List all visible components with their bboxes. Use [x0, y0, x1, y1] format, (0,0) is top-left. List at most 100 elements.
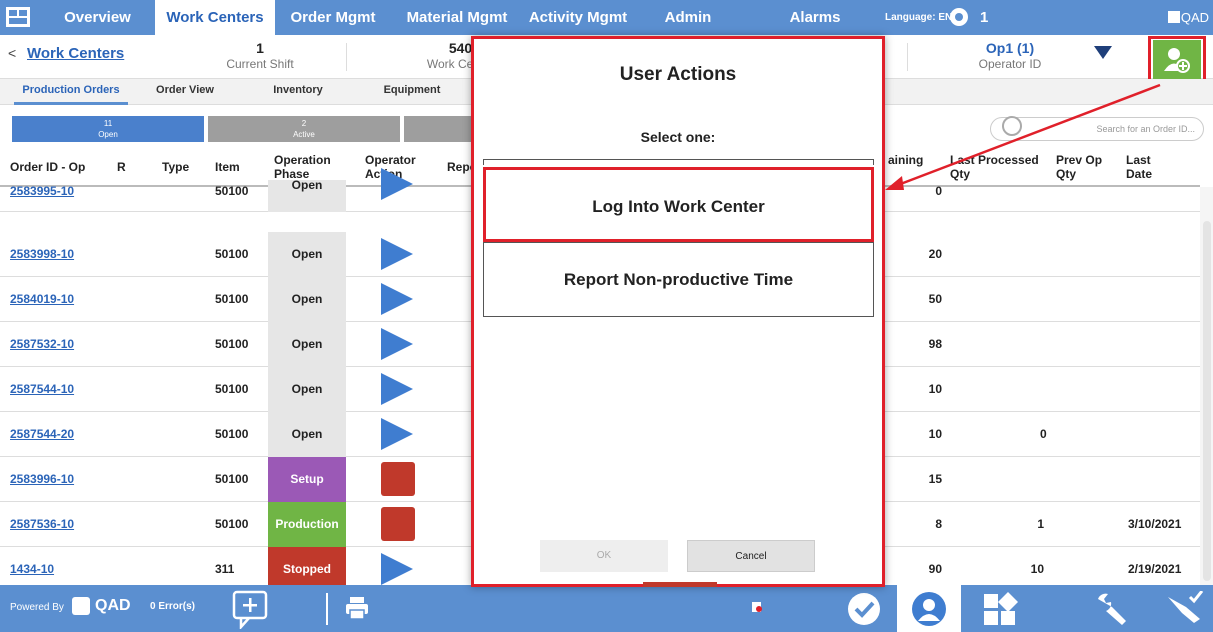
start-play-icon[interactable]	[381, 418, 413, 450]
dialog-subtitle: Select one:	[640, 129, 716, 145]
alarm-count: 1	[980, 9, 989, 26]
start-play-icon[interactable]	[381, 373, 413, 405]
filter-other[interactable]	[404, 116, 474, 142]
remaining-qty-cell: 50	[928, 292, 942, 306]
phase-badge: Open	[268, 322, 346, 367]
back-button[interactable]: <	[8, 45, 16, 61]
col-type[interactable]: Type	[162, 160, 189, 174]
log-into-work-center-option[interactable]: Log Into Work Center	[483, 167, 874, 242]
remaining-qty-cell: 8	[935, 517, 942, 531]
start-play-icon[interactable]	[381, 553, 413, 585]
order-id-link[interactable]: 2584019-10	[10, 292, 74, 306]
language-label: Language:	[885, 12, 936, 23]
order-id-link[interactable]: 2587532-10	[10, 337, 74, 351]
app-home-icon[interactable]	[5, 5, 31, 29]
phase-badge: Open	[268, 412, 346, 457]
operator-value[interactable]: Op1 (1)	[960, 40, 1060, 56]
alarm-icon[interactable]	[948, 6, 970, 28]
stop-icon[interactable]	[381, 507, 415, 541]
tab-production-orders[interactable]: Production Orders	[14, 79, 128, 105]
divider	[326, 593, 328, 625]
shift-label: Current Shift	[226, 57, 294, 71]
user-button[interactable]	[897, 585, 961, 632]
last-date-cell: 3/10/2021	[1128, 517, 1182, 531]
nav-material-mgmt[interactable]: Material Mgmt	[393, 0, 521, 35]
tab-order-view[interactable]: Order View	[150, 79, 220, 105]
start-play-icon[interactable]	[381, 328, 413, 360]
chevron-down-icon[interactable]	[1094, 46, 1112, 60]
phase-badge: Open	[268, 232, 346, 277]
top-navigation-bar: Overview Work Centers Order Mgmt Materia…	[0, 0, 1213, 35]
nav-overview[interactable]: Overview	[40, 0, 155, 35]
language-selector[interactable]: Language: EN	[885, 0, 952, 35]
dialog-title: User Actions	[619, 64, 737, 85]
user-icon	[912, 591, 946, 626]
work-centers-link[interactable]: Work Centers	[27, 45, 124, 62]
last-processed-qty-cell: 1	[1037, 517, 1044, 531]
settings-button[interactable]	[1080, 585, 1144, 632]
order-id-link[interactable]: 2583996-10	[10, 472, 74, 486]
remaining-qty-cell: 10	[928, 382, 942, 396]
phase-badge: Setup	[268, 457, 346, 502]
filter-active-label: Active	[293, 130, 315, 139]
item-cell: 50100	[215, 382, 249, 396]
nav-admin[interactable]: Admin	[648, 0, 728, 35]
phase-badge: Production	[268, 502, 346, 547]
wrench-icon	[1098, 593, 1126, 625]
remaining-qty-cell: 98	[928, 337, 942, 351]
filter-open-count: 11	[103, 119, 113, 128]
order-id-link[interactable]: 2583995-10	[10, 184, 74, 198]
cancel-button[interactable]: Cancel	[687, 540, 815, 572]
divider	[907, 43, 908, 71]
start-play-icon[interactable]	[381, 168, 413, 200]
phase-badge: Open	[268, 367, 346, 412]
order-id-link[interactable]: 2587536-10	[10, 517, 74, 531]
powered-by-label: Powered By	[10, 602, 64, 613]
start-play-icon[interactable]	[381, 238, 413, 270]
filter-active-count: 2	[301, 119, 307, 128]
scrollbar[interactable]	[1200, 187, 1213, 585]
notification-icon[interactable]	[751, 601, 763, 613]
ok-button[interactable]: OK	[540, 540, 668, 572]
item-cell: 50100	[215, 337, 249, 351]
add-note-icon[interactable]	[231, 589, 271, 629]
qad-brand-text: QAD	[1180, 10, 1209, 25]
qad-logo-icon	[1167, 11, 1180, 23]
stop-icon[interactable]	[381, 462, 415, 496]
item-cell: 50100	[215, 427, 249, 441]
layout-button[interactable]	[968, 585, 1032, 632]
nav-order-mgmt[interactable]: Order Mgmt	[278, 0, 388, 35]
col-order-id[interactable]: Order ID - Op	[10, 160, 85, 174]
print-icon[interactable]	[344, 595, 370, 621]
phase-badge: Open	[268, 277, 346, 322]
bottom-toolbar: Powered By QAD 0 Error(s)	[0, 585, 1213, 632]
nav-activity-mgmt[interactable]: Activity Mgmt	[522, 0, 634, 35]
order-id-link[interactable]: 2587544-10	[10, 382, 74, 396]
col-r[interactable]: R	[117, 160, 126, 174]
item-cell: 50100	[215, 292, 249, 306]
error-count[interactable]: 0 Error(s)	[150, 601, 195, 612]
tab-equipment[interactable]: Equipment	[376, 79, 448, 105]
nav-work-centers[interactable]: Work Centers	[155, 0, 275, 35]
tab-inventory[interactable]: Inventory	[262, 79, 334, 105]
last-processed-qty-cell: 10	[1030, 562, 1044, 576]
filter-active[interactable]: 2 Active	[208, 116, 400, 142]
col-item[interactable]: Item	[215, 160, 240, 174]
complete-button[interactable]	[832, 585, 896, 632]
col-operation-phase[interactable]: Operation Phase	[274, 153, 334, 181]
remaining-qty-cell: 10	[928, 427, 942, 441]
user-check-button[interactable]	[1152, 585, 1213, 632]
report-non-productive-time-option[interactable]: Report Non-productive Time	[483, 242, 874, 317]
item-cell: 50100	[215, 247, 249, 261]
qad-brand: QAD	[1167, 0, 1209, 35]
dashboard-icon	[984, 591, 1018, 625]
filter-open[interactable]: 11 Open	[12, 116, 204, 142]
order-id-link[interactable]: 1434-10	[10, 562, 54, 576]
order-id-link[interactable]: 2583998-10	[10, 247, 74, 261]
start-play-icon[interactable]	[381, 283, 413, 315]
shift-value: 1	[256, 40, 264, 56]
order-id-link[interactable]: 2587544-20	[10, 427, 74, 441]
item-cell: 50100	[215, 517, 249, 531]
nav-alarms[interactable]: Alarms	[770, 0, 860, 35]
scrollbar-thumb[interactable]	[1203, 221, 1211, 581]
